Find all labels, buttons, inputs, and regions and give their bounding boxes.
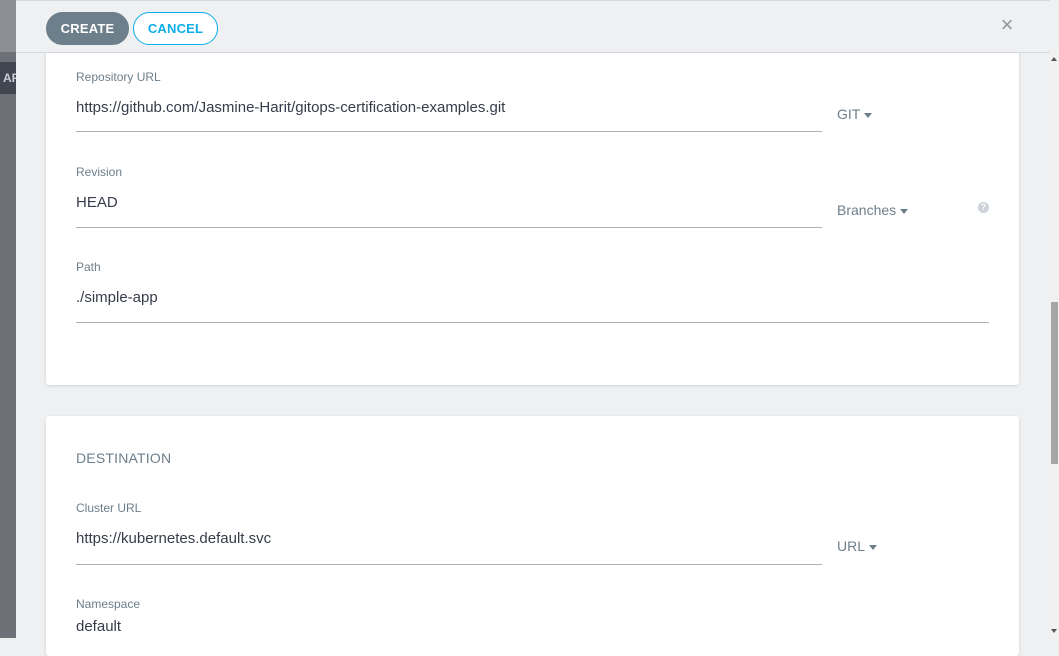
path-input[interactable]: ./simple-app	[76, 289, 158, 306]
scroll-down-icon[interactable]	[1051, 629, 1057, 633]
repository-url-label: Repository URL	[76, 70, 161, 84]
source-section: Repository URL https://github.com/Jasmin…	[46, 41, 1019, 385]
panel-scrollbar[interactable]	[1050, 52, 1059, 638]
panel-toolbar: CREATE CANCEL ×	[16, 1, 1050, 53]
namespace-input[interactable]: default	[76, 618, 121, 635]
repository-url-underline	[76, 131, 822, 132]
cluster-url-input[interactable]: https://kubernetes.default.svc	[76, 530, 271, 547]
cluster-url-label: Cluster URL	[76, 501, 142, 515]
revision-underline	[76, 227, 822, 228]
cancel-button[interactable]: CANCEL	[133, 12, 218, 45]
create-application-panel: CREATE CANCEL × Repository URL https://g…	[16, 0, 1050, 656]
background-page: AF	[0, 0, 16, 638]
cluster-url-underline	[76, 564, 822, 565]
path-underline	[76, 322, 989, 323]
repository-type-label: GIT	[837, 106, 861, 122]
repository-type-dropdown[interactable]: GIT	[837, 106, 873, 122]
revision-type-label: Branches	[837, 202, 897, 218]
caret-down-icon	[869, 544, 878, 550]
repository-url-input[interactable]: https://github.com/Jasmine-Harit/gitops-…	[76, 99, 505, 116]
create-button[interactable]: CREATE	[46, 12, 129, 45]
revision-input[interactable]: HEAD	[76, 194, 118, 211]
cluster-type-label: URL	[837, 538, 866, 554]
close-icon[interactable]: ×	[997, 14, 1017, 36]
scroll-up-icon[interactable]	[1051, 57, 1057, 61]
namespace-label: Namespace	[76, 597, 141, 611]
caret-down-icon	[900, 208, 909, 214]
caret-down-icon	[864, 112, 873, 118]
help-icon[interactable]: ?	[978, 202, 989, 213]
background-header	[0, 0, 16, 52]
revision-type-dropdown[interactable]: Branches	[837, 202, 909, 218]
scrollbar-thumb[interactable]	[1051, 302, 1058, 464]
path-label: Path	[76, 260, 101, 274]
destination-section: DESTINATION Cluster URL https://kubernet…	[46, 416, 1019, 656]
destination-title: DESTINATION	[76, 450, 172, 466]
background-tag: AF	[0, 62, 16, 94]
cluster-type-dropdown[interactable]: URL	[837, 538, 878, 554]
revision-label: Revision	[76, 165, 123, 179]
